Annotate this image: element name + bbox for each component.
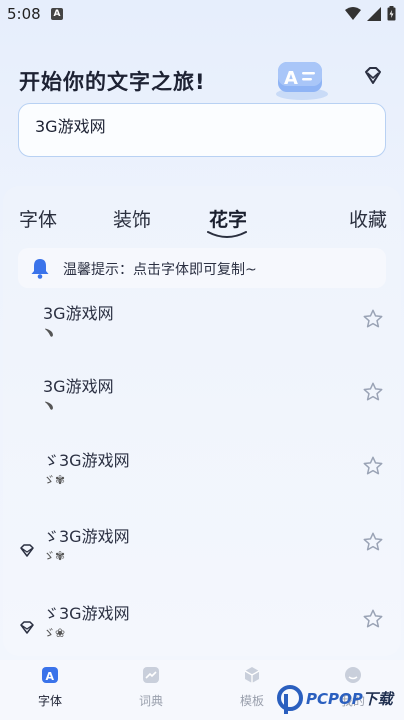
tip-text: 温馨提示：点击字体即可复制~ — [63, 262, 257, 278]
item-sub: ゞ❀ — [43, 626, 66, 640]
nav-item-templates[interactable]: 模板 — [222, 666, 282, 709]
font-icon: A — [42, 667, 58, 683]
nav-label: 模板 — [239, 694, 264, 708]
profile-icon — [345, 667, 361, 683]
status-time: 5:08 — [7, 5, 41, 23]
diamond-icon — [20, 544, 34, 557]
diamond-icon — [20, 621, 34, 634]
status-bar: 5:08 A — [0, 0, 404, 28]
tip-bar: 温馨提示：点击字体即可复制~ — [18, 248, 386, 288]
star-icon[interactable] — [362, 531, 384, 553]
battery-icon — [387, 6, 396, 21]
star-icon[interactable] — [362, 381, 384, 403]
star-icon[interactable] — [362, 608, 384, 630]
nav-item-font[interactable]: A 字体 — [20, 666, 80, 709]
tab-decoration[interactable]: 装饰 — [113, 205, 151, 232]
diamond-icon[interactable] — [360, 64, 386, 90]
tab-favorites[interactable]: 收藏 — [349, 205, 387, 232]
watermark-suffix: 下载 — [362, 690, 393, 708]
star-icon[interactable] — [362, 308, 384, 330]
list-item[interactable]: ゞ3G游戏网 ゞ✾ — [18, 447, 386, 517]
nav-label: 词典 — [138, 694, 163, 708]
watermark-logo: PCPOP下载 — [276, 684, 402, 714]
status-icons — [345, 6, 396, 21]
hero-icon-letter: A — [284, 68, 298, 89]
list-item[interactable]: 3G游戏网 ﹅ — [18, 373, 386, 443]
notification-icon: A — [51, 8, 63, 20]
page-title: 开始你的文字之旅! — [19, 70, 206, 94]
item-name: ゞ3G游戏网 — [43, 451, 130, 470]
wifi-icon — [345, 6, 361, 20]
item-name: ゞ3G游戏网 — [43, 527, 130, 546]
item-name: ゞ3G游戏网 — [43, 604, 130, 623]
nav-label: 字体 — [37, 694, 62, 708]
cube-icon — [244, 667, 260, 683]
signal-icon — [367, 6, 381, 21]
svg-text:A: A — [46, 670, 55, 683]
item-name: 3G游戏网 — [43, 377, 114, 396]
text-input[interactable] — [18, 103, 386, 157]
item-sub: ゞ✾ — [43, 549, 66, 563]
item-sub: ﹅ — [43, 399, 56, 413]
nav-item-dictionary[interactable]: 词典 — [121, 666, 181, 709]
list-item[interactable]: ゞ3G游戏网 ゞ✾ — [18, 523, 386, 593]
tab-active-indicator — [207, 231, 247, 238]
pcpop-logo-icon — [277, 685, 303, 714]
tab-font[interactable]: 字体 — [19, 205, 57, 232]
star-icon[interactable] — [362, 455, 384, 477]
watermark-text: PCPOP下载 — [306, 688, 393, 709]
bell-icon — [31, 259, 49, 279]
translate-font-icon: A — [276, 62, 328, 100]
item-name: 3G游戏网 — [43, 304, 114, 323]
list-item[interactable]: 3G游戏网 ﹅ — [18, 300, 386, 370]
item-sub: ﹅ — [43, 326, 56, 340]
item-sub: ゞ✾ — [43, 473, 66, 487]
watermark-brand: PCPOP — [306, 690, 363, 708]
chart-icon — [143, 667, 159, 683]
